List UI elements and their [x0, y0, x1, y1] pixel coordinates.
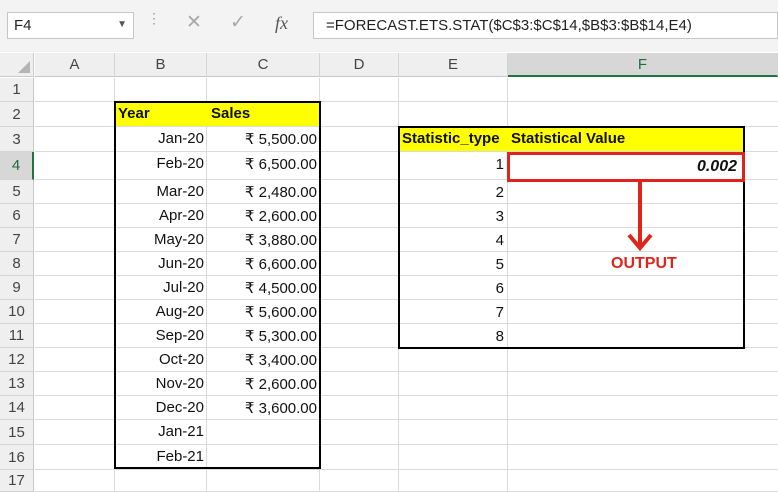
row-header-2[interactable]: 2	[0, 102, 34, 127]
row-header-5[interactable]: 5	[0, 180, 34, 204]
row-header-9[interactable]: 9	[0, 276, 34, 300]
formula-input[interactable]: =FORECAST.ETS.STAT($C$3:$C$14,$B$3:$B$14…	[313, 12, 778, 39]
column-header-e[interactable]: E	[399, 53, 508, 77]
row-header-4[interactable]: 4	[0, 152, 34, 180]
cancel-icon[interactable]: ✕	[186, 11, 202, 34]
row-header-8[interactable]: 8	[0, 252, 34, 276]
column-header-b[interactable]: B	[115, 53, 207, 77]
row-header-12[interactable]: 12	[0, 348, 34, 372]
row-header-11[interactable]: 11	[0, 324, 34, 348]
column-header-c[interactable]: C	[207, 53, 320, 77]
name-box-value: F4	[14, 17, 32, 34]
row-header-17[interactable]: 17	[0, 470, 34, 492]
insert-function-button[interactable]: fx	[275, 13, 288, 34]
column-header-a[interactable]: A	[35, 53, 115, 77]
row-header-15[interactable]: 15	[0, 420, 34, 445]
select-all-corner[interactable]	[0, 53, 34, 77]
output-label: OUTPUT	[611, 255, 677, 272]
row-header-16[interactable]: 16	[0, 445, 34, 470]
column-header-d[interactable]: D	[320, 53, 399, 77]
row-header-14[interactable]: 14	[0, 396, 34, 420]
row-header-1[interactable]: 1	[0, 78, 34, 102]
table1-border	[114, 101, 321, 469]
row-header-10[interactable]: 10	[0, 300, 34, 324]
formula-bar: F4 ▼ ⋮ ✕ ✓ fx =FORECAST.ETS.STAT($C$3:$C…	[0, 0, 778, 52]
row-header-13[interactable]: 13	[0, 372, 34, 396]
row-header-3[interactable]: 3	[0, 127, 34, 152]
row-header-7[interactable]: 7	[0, 228, 34, 252]
row-gridline	[35, 469, 778, 470]
output-highlight-box	[507, 152, 745, 182]
grip-icon[interactable]: ⋮	[147, 11, 161, 25]
formula-text: =FORECAST.ETS.STAT($C$3:$C$14,$B$3:$B$14…	[326, 17, 692, 34]
enter-check-icon[interactable]: ✓	[230, 11, 246, 34]
row-header-6[interactable]: 6	[0, 204, 34, 228]
column-header-f[interactable]: F	[508, 53, 778, 77]
chevron-down-icon[interactable]: ▼	[117, 19, 127, 30]
down-arrow-icon	[627, 180, 653, 252]
name-box[interactable]: F4 ▼	[7, 12, 134, 39]
